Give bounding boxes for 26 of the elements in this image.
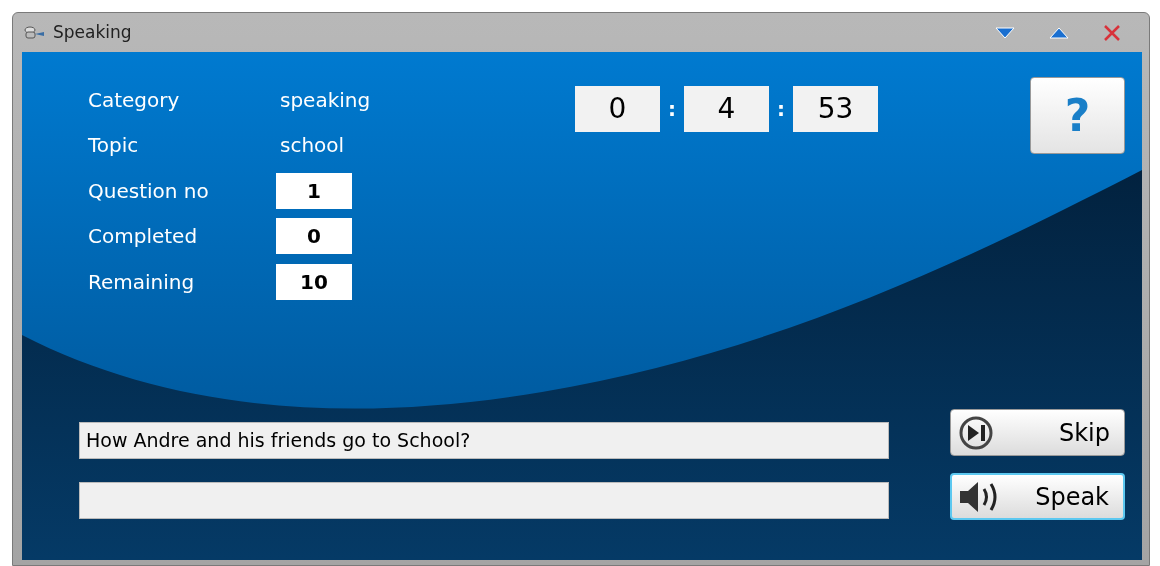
window-title: Speaking [53,20,132,44]
skip-icon [957,415,995,450]
question-field: How Andre and his friends go to School? [79,422,889,459]
field-label: Completed [88,223,198,251]
app-icon [23,24,45,41]
help-button[interactable]: ? [1030,77,1125,154]
speak-button[interactable]: Speak [950,473,1125,520]
count-box: 10 [276,263,352,300]
answer-field[interactable] [79,482,889,519]
field-label: Remaining [88,268,195,296]
time-box: 53 [793,86,878,132]
count-box: 1 [276,172,352,209]
time-separator: : [776,96,786,123]
field-label: Question no [88,177,209,205]
field-label: Topic [88,132,139,160]
count-box: 0 [276,218,352,255]
close-icon[interactable] [1103,23,1121,42]
minimize-icon[interactable] [995,26,1015,39]
field-label: Category [88,86,180,114]
skip-button[interactable]: Skip [950,409,1125,456]
time-box: 0 [575,86,660,132]
field-value: school [279,132,345,160]
time-separator: : [667,96,677,123]
time-box: 4 [684,86,769,132]
field-value: speaking [279,86,371,114]
maximize-icon[interactable] [1049,26,1069,39]
